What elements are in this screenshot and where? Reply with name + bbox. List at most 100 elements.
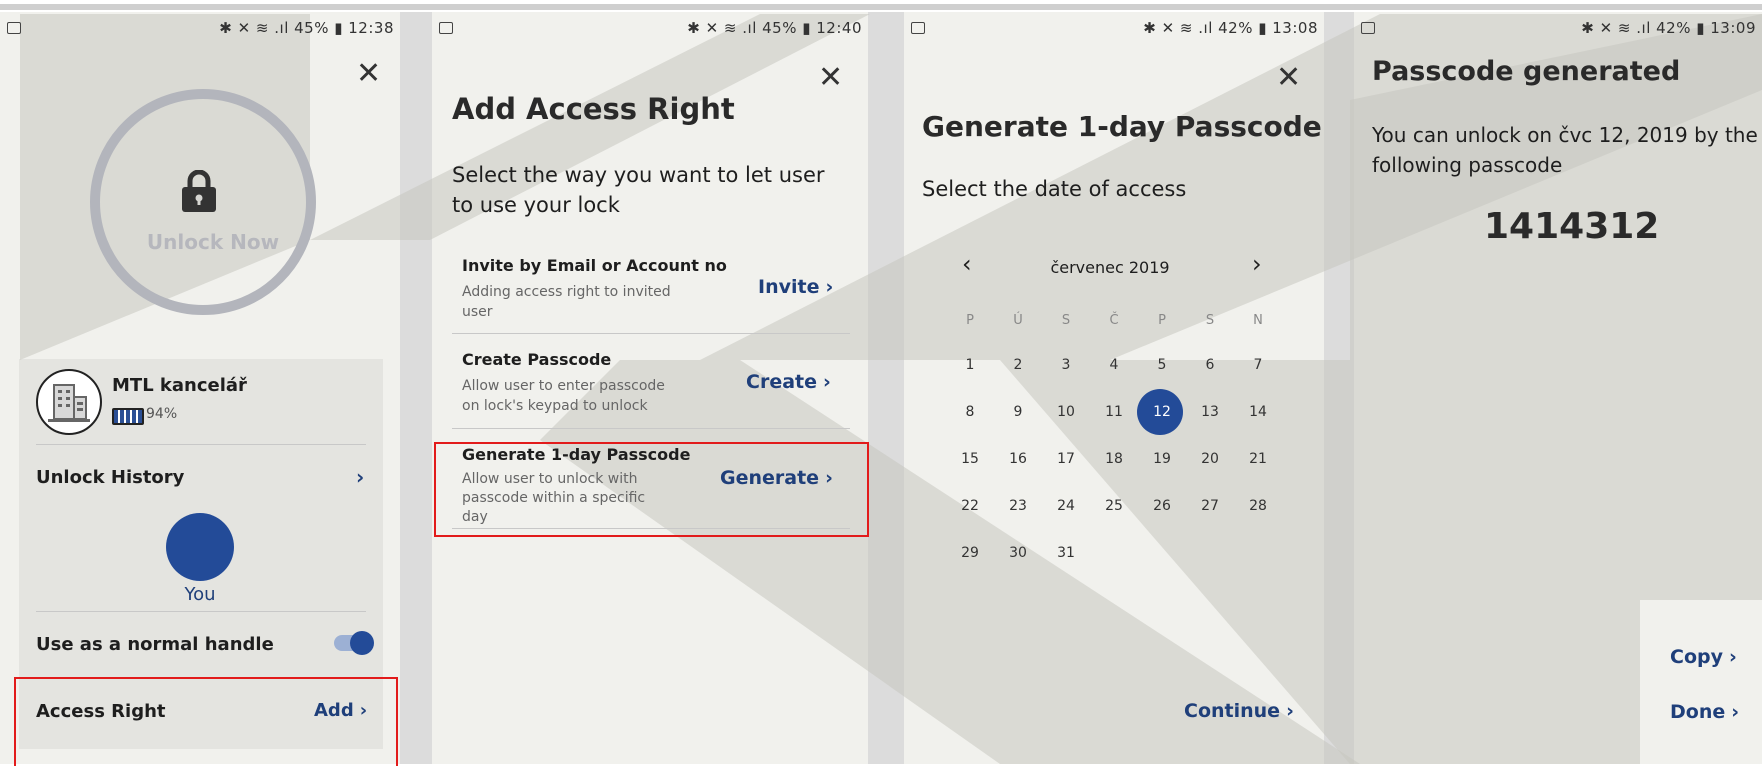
unlock-history-label[interactable]: Unlock History [36, 467, 184, 488]
calendar-day[interactable]: 1 [948, 357, 992, 373]
calendar-day[interactable]: 6 [1188, 357, 1232, 373]
user-avatar[interactable] [166, 513, 234, 581]
page-title: Generate 1-day Passcode [922, 110, 1322, 143]
lock-icon [182, 170, 216, 212]
prev-month-button[interactable]: ‹ [962, 250, 972, 278]
option-desc: Adding access right to invited user [462, 282, 671, 322]
desc-line: Allow user to enter passcode [462, 378, 665, 394]
copy-button[interactable]: Copy › [1670, 646, 1737, 668]
calendar-day[interactable]: 25 [1092, 498, 1136, 514]
divider [36, 444, 366, 445]
panel-gap [1324, 12, 1354, 764]
calendar-day[interactable]: 24 [1044, 498, 1088, 514]
battery-icon [112, 408, 144, 425]
building-icon [48, 384, 90, 422]
calendar-day[interactable]: 28 [1236, 498, 1280, 514]
calendar-day[interactable]: 2 [996, 357, 1040, 373]
status-indicators: ✱ ✕ ≋ .ıl 42% ▮ 13:09 [1581, 19, 1756, 37]
calendar-day[interactable]: 7 [1236, 357, 1280, 373]
calendar-day[interactable]: 12 [1140, 404, 1184, 420]
battery-level: 94% [146, 406, 178, 422]
create-button[interactable]: Create › [746, 371, 831, 393]
message-line: following passcode [1372, 153, 1563, 177]
chevron-right-icon[interactable]: › [356, 465, 364, 489]
option-title: Create Passcode [462, 350, 612, 369]
highlight-box [14, 677, 398, 766]
close-icon[interactable]: ✕ [356, 56, 381, 91]
status-indicators: ✱ ✕ ≋ .ıl 42% ▮ 13:08 [1143, 19, 1318, 37]
weekday-label: S [1061, 313, 1071, 328]
calendar-day[interactable]: 11 [1092, 404, 1136, 420]
lock-name: MTL kancelář [112, 375, 247, 396]
status-bar: ✱ ✕ ≋ .ıl 45% ▮ 12:38 [0, 18, 400, 38]
calendar-day[interactable]: 20 [1188, 451, 1232, 467]
you-label: You [184, 584, 216, 605]
close-icon[interactable]: ✕ [818, 60, 843, 95]
calendar-day[interactable]: 13 [1188, 404, 1232, 420]
calendar-day[interactable]: 15 [948, 451, 992, 467]
calendar-day[interactable]: 23 [996, 498, 1040, 514]
continue-button[interactable]: Continue › [1184, 700, 1294, 722]
calendar-day[interactable]: 16 [996, 451, 1040, 467]
weekday-label: Č [1109, 313, 1119, 328]
passcode-message: You can unlock on čvc 12, 2019 by the fo… [1372, 120, 1758, 180]
calendar-day[interactable]: 8 [948, 404, 992, 420]
calendar-day[interactable]: 10 [1044, 404, 1088, 420]
gallery-icon [1361, 22, 1375, 34]
weekday-label: P [1158, 313, 1166, 328]
copy-label: Copy [1670, 646, 1723, 668]
status-indicators: ✱ ✕ ≋ .ıl 45% ▮ 12:38 [219, 19, 394, 37]
chevron-right-icon: › [823, 371, 831, 393]
done-button[interactable]: Done › [1670, 701, 1739, 723]
normal-handle-toggle[interactable] [334, 631, 374, 655]
option-title: Invite by Email or Account no [462, 256, 727, 275]
top-edge-line [0, 4, 1762, 10]
calendar-day[interactable]: 31 [1044, 545, 1088, 561]
calendar-day[interactable]: 14 [1236, 404, 1280, 420]
calendar-day[interactable]: 22 [948, 498, 992, 514]
page-subtitle: Select the date of access [922, 177, 1187, 201]
create-label: Create [746, 371, 817, 393]
message-line: You can unlock on čvc 12, 2019 by the [1372, 123, 1758, 147]
highlight-box [434, 442, 869, 537]
gallery-icon [911, 22, 925, 34]
weekday-label: S [1205, 313, 1215, 328]
calendar-day[interactable]: 21 [1236, 451, 1280, 467]
weekday-label: P [966, 313, 974, 328]
calendar-day[interactable]: 5 [1140, 357, 1184, 373]
calendar-day[interactable]: 17 [1044, 451, 1088, 467]
close-icon[interactable]: ✕ [1276, 60, 1301, 95]
page-subtitle: Select the way you want to let user to u… [452, 160, 825, 220]
divider [452, 428, 850, 429]
passcode-value: 1414312 [1484, 206, 1660, 247]
status-bar: ✱ ✕ ≋ .ıl 42% ▮ 13:09 [1354, 18, 1762, 38]
normal-handle-label: Use as a normal handle [36, 634, 274, 655]
calendar-day[interactable]: 27 [1188, 498, 1232, 514]
invite-button[interactable]: Invite › [758, 276, 833, 298]
desc-line: on lock's keypad to unlock [462, 398, 648, 414]
calendar-day[interactable]: 29 [948, 545, 992, 561]
calendar-day[interactable]: 9 [996, 404, 1040, 420]
invite-label: Invite [758, 276, 820, 298]
page-title: Passcode generated [1372, 56, 1681, 87]
page-title: Add Access Right [452, 92, 735, 126]
calendar-day[interactable]: 26 [1140, 498, 1184, 514]
subtitle-line: to use your lock [452, 193, 620, 217]
chevron-right-icon: › [1286, 700, 1294, 722]
calendar-day[interactable]: 18 [1092, 451, 1136, 467]
month-label: červenec 2019 [1050, 258, 1170, 277]
chevron-right-icon: › [825, 276, 834, 298]
calendar-day[interactable]: 30 [996, 545, 1040, 561]
calendar-day[interactable]: 19 [1140, 451, 1184, 467]
divider [36, 611, 366, 612]
panel-gap [868, 12, 904, 764]
desc-line: Adding access right to invited [462, 284, 671, 300]
status-bar: ✱ ✕ ≋ .ıl 42% ▮ 13:08 [904, 18, 1324, 38]
next-month-button[interactable]: › [1252, 250, 1262, 278]
done-label: Done [1670, 701, 1726, 723]
weekday-label: N [1253, 313, 1263, 328]
gallery-icon [7, 22, 21, 34]
calendar-day[interactable]: 3 [1044, 357, 1088, 373]
calendar-day[interactable]: 4 [1092, 357, 1136, 373]
subtitle-line: Select the way you want to let user [452, 163, 825, 187]
